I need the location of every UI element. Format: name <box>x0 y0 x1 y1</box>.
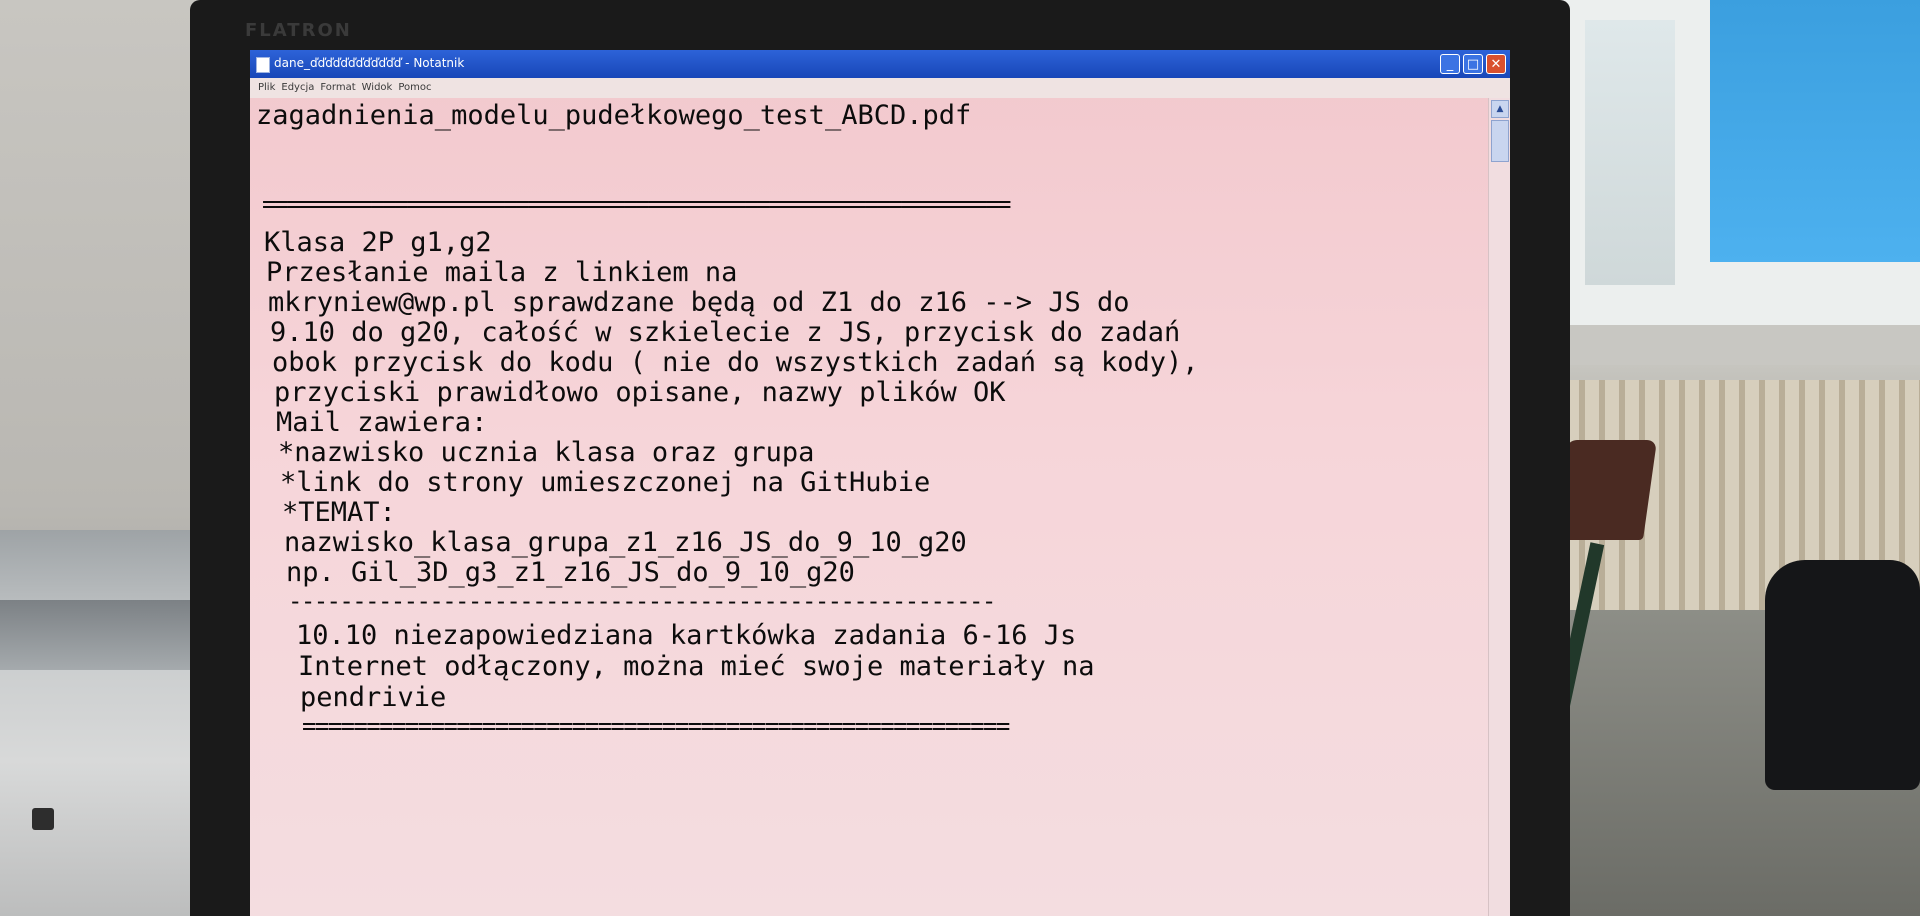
text-editor-area[interactable]: zagadnienia_modelu_pudełkowego_test_ABCD… <box>256 102 1486 912</box>
printer-indicator <box>32 808 54 830</box>
notepad-window: dane_ďďďďďďďďďďďď - Notatnik _ □ ✕ Plik … <box>250 50 1510 916</box>
menu-view[interactable]: Widok <box>362 78 393 98</box>
menu-bar: Plik Edycja Format Widok Pomoc <box>250 78 1510 98</box>
scrollbar-thumb[interactable] <box>1491 120 1509 162</box>
text-line: *nazwisko ucznia klasa oraz grupa <box>278 437 815 468</box>
window-sill <box>1540 325 1920 365</box>
room-window-pane <box>1585 20 1675 285</box>
text-line: zagadnienia_modelu_pudełkowego_test_ABCD… <box>256 100 972 131</box>
separator-line: ========================================… <box>302 712 1010 740</box>
menu-file[interactable]: Plik <box>258 78 275 98</box>
text-line: Klasa 2P g1,g2 <box>264 227 492 258</box>
maximize-button[interactable]: □ <box>1463 54 1483 74</box>
menu-help[interactable]: Pomoc <box>398 78 431 98</box>
room-window-sky <box>1710 0 1920 262</box>
text-line: *TEMAT: <box>282 497 396 528</box>
window-title: dane_ďďďďďďďďďďďď - Notatnik <box>274 56 465 70</box>
close-button[interactable]: ✕ <box>1486 54 1506 74</box>
vertical-scrollbar[interactable] <box>1488 98 1510 916</box>
text-line: Internet odłączony, można mieć swoje mat… <box>298 651 1095 682</box>
text-line: Mail zawiera: <box>276 407 488 438</box>
text-line: obok przycisk do kodu ( nie do wszystkic… <box>272 347 1199 378</box>
minimize-button[interactable]: _ <box>1440 54 1460 74</box>
text-line: pendrivie <box>300 682 447 713</box>
menu-format[interactable]: Format <box>320 78 355 98</box>
text-line: 9.10 do g20, całość w szkielecie z JS, p… <box>270 317 1181 348</box>
notepad-icon <box>256 57 270 73</box>
scroll-up-arrow-icon[interactable]: ▲ <box>1491 100 1509 118</box>
text-line: nazwisko_klasa_grupa_z1_z16_JS_do_9_10_g… <box>284 527 967 558</box>
menu-edit[interactable]: Edycja <box>281 78 314 98</box>
monitor-brand-label: FLATRON <box>245 20 352 41</box>
text-line: np. Gil_3D_g3_z1_z16_JS_do_9_10_g20 <box>286 557 855 588</box>
separator-line: ----------------------------------------… <box>288 587 996 615</box>
text-line: *link do strony umieszczonej na GitHubie <box>280 467 931 498</box>
title-bar[interactable]: dane_ďďďďďďďďďďďď - Notatnik _ □ ✕ <box>250 50 1510 78</box>
text-line: 10.10 niezapowiedziana kartkówka zadania… <box>296 620 1077 651</box>
text-line: przyciski prawidłowo opisane, nazwy plik… <box>274 377 1006 408</box>
separator-line: ========================================… <box>262 190 1011 218</box>
backpack <box>1765 560 1920 790</box>
text-line: mkryniew@wp.pl sprawdzane będą od Z1 do … <box>268 287 1130 318</box>
text-line: Przesłanie maila z linkiem na <box>266 257 738 288</box>
